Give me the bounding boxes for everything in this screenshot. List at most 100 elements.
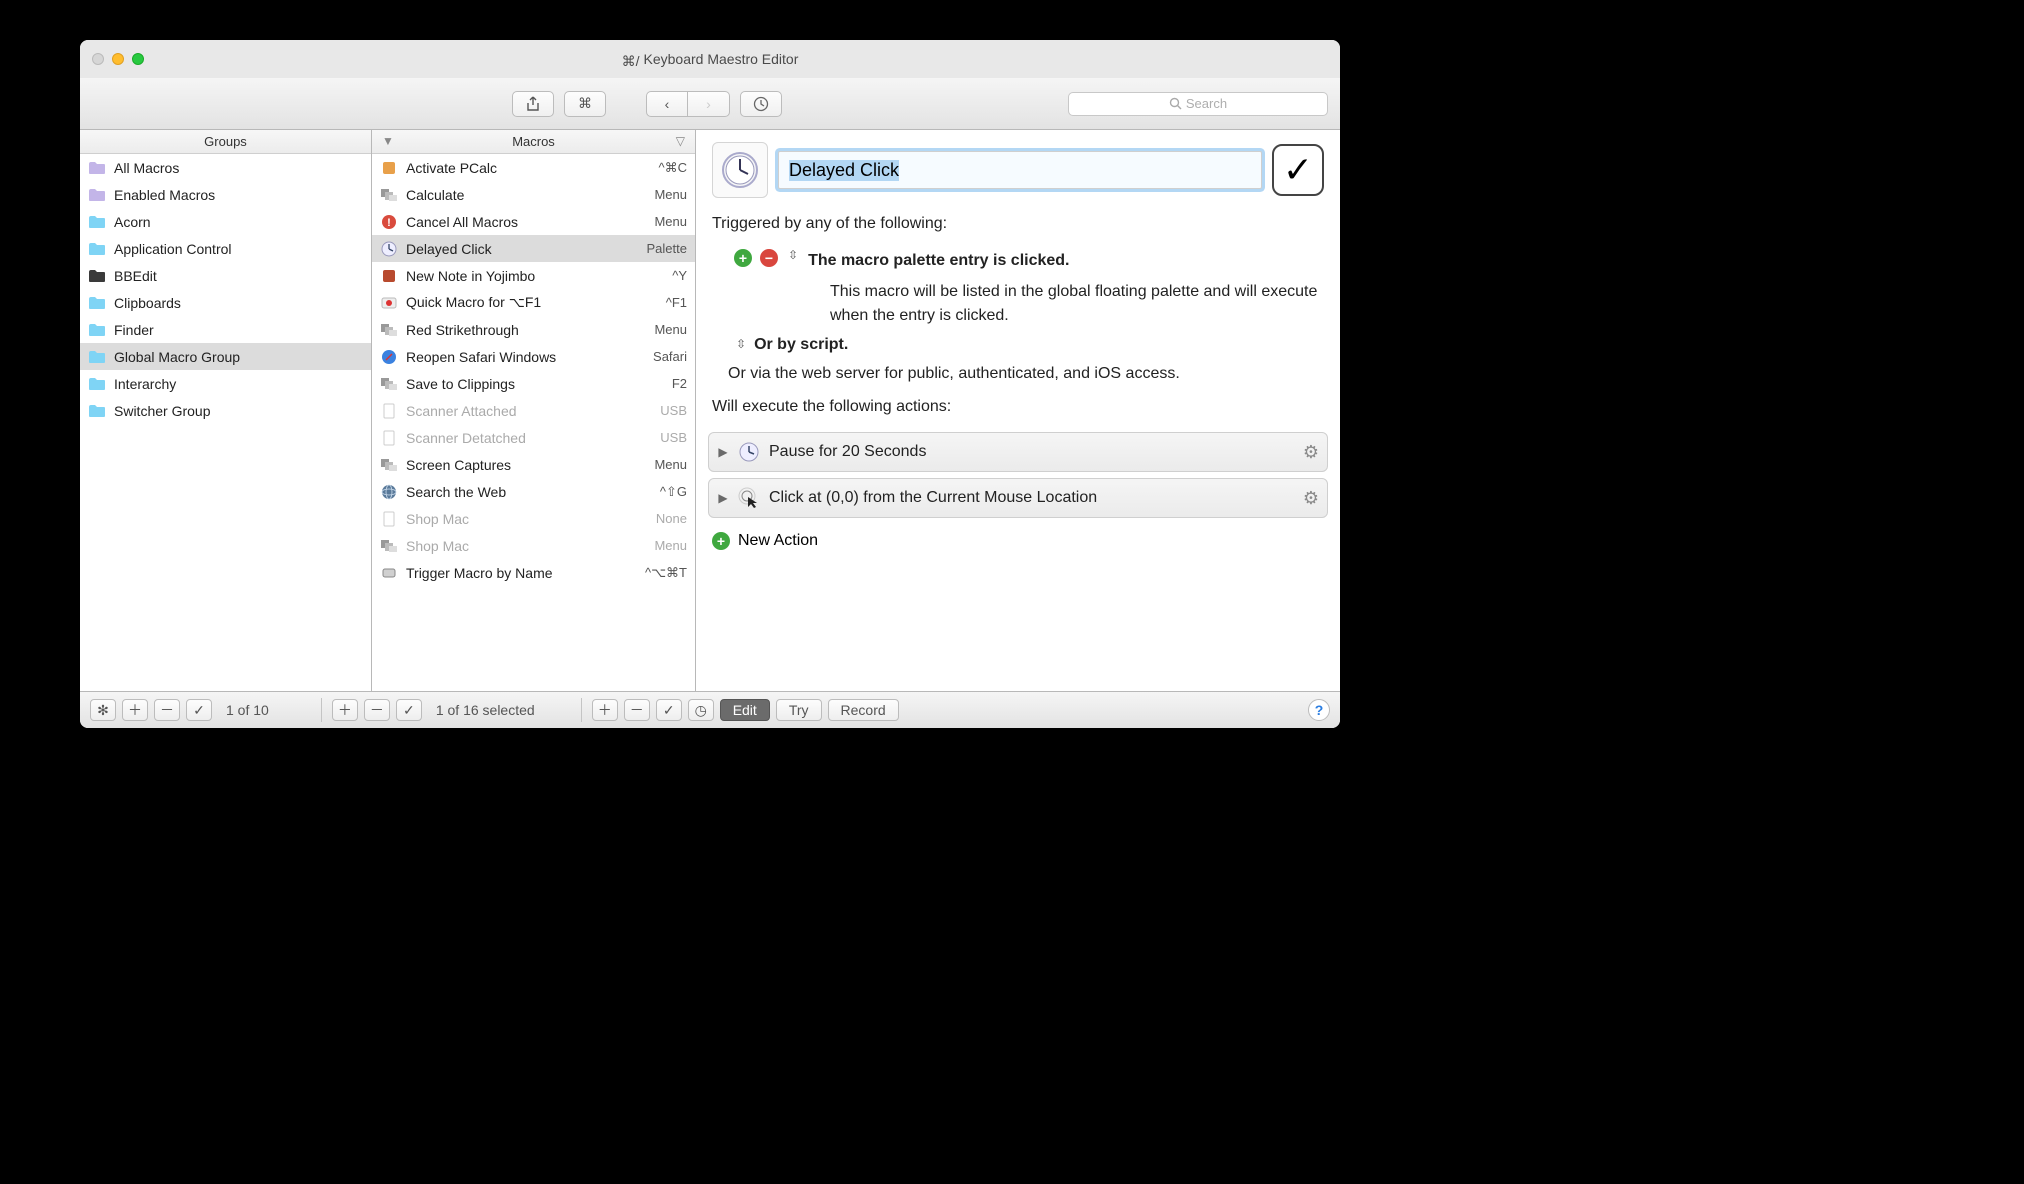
folder-icon (88, 241, 106, 257)
macro-row[interactable]: New Note in Yojimbo^Y (372, 262, 695, 289)
macro-icon (380, 349, 398, 365)
macro-type-icon[interactable] (712, 142, 768, 198)
trigger-reorder-icon[interactable]: ⇳ (788, 249, 798, 261)
macro-icon (380, 376, 398, 392)
macro-label: New Note in Yojimbo (406, 268, 664, 284)
folder-icon (88, 349, 106, 365)
macro-label: Save to Clippings (406, 376, 664, 392)
group-label: Clipboards (114, 295, 363, 311)
forward-button[interactable]: › (688, 91, 730, 117)
macro-row[interactable]: Search the Web^⇧G (372, 478, 695, 505)
macro-label: Red Strikethrough (406, 322, 646, 338)
history-button[interactable] (740, 91, 782, 117)
macro-row[interactable]: Scanner AttachedUSB (372, 397, 695, 424)
disclosure-icon[interactable]: ▶ (717, 445, 729, 459)
record-button[interactable]: Record (828, 699, 899, 721)
group-label: Switcher Group (114, 403, 363, 419)
folder-icon (88, 160, 106, 176)
actions-button[interactable]: ⌘ (564, 91, 606, 117)
macro-icon (380, 430, 398, 446)
groups-header[interactable]: Groups (80, 130, 371, 154)
group-row[interactable]: All Macros (80, 154, 371, 181)
remove-group-button[interactable]: － (154, 699, 180, 721)
macro-enabled-checkbox[interactable]: ✓ (1272, 144, 1324, 196)
timer-action-button[interactable]: ◷ (688, 699, 714, 721)
macro-row[interactable]: Delayed ClickPalette (372, 235, 695, 262)
macro-shortcut: None (656, 511, 687, 526)
or-script-label[interactable]: Or by script. (754, 333, 848, 356)
macro-row[interactable]: Scanner DetatchedUSB (372, 424, 695, 451)
window-title-text: Keyboard Maestro Editor (644, 51, 799, 67)
macro-shortcut: Palette (647, 241, 687, 256)
macro-name-field[interactable]: Delayed Click (778, 151, 1262, 189)
macro-row[interactable]: Save to Clippings F2 (372, 370, 695, 397)
remove-action-footer-button[interactable]: － (624, 699, 650, 721)
macro-row[interactable]: Shop MacNone (372, 505, 695, 532)
search-field[interactable]: Search (1068, 92, 1328, 116)
remove-macro-button[interactable]: － (364, 699, 390, 721)
macro-icon (380, 295, 398, 311)
close-button[interactable] (92, 53, 104, 65)
group-row[interactable]: Global Macro Group (80, 343, 371, 370)
macro-row[interactable]: Shop MacMenu (372, 532, 695, 559)
new-action-row[interactable]: + New Action (696, 524, 1340, 558)
macro-row[interactable]: Screen CapturesMenu (372, 451, 695, 478)
macro-row[interactable]: Activate PCalc^⌘C (372, 154, 695, 181)
add-action-footer-button[interactable]: ＋ (592, 699, 618, 721)
script-reorder-icon[interactable]: ⇳ (736, 338, 746, 350)
share-button[interactable] (512, 91, 554, 117)
group-row[interactable]: Switcher Group (80, 397, 371, 424)
macro-row[interactable]: Reopen Safari WindowsSafari (372, 343, 695, 370)
macro-label: Scanner Attached (406, 403, 652, 419)
macro-label: Trigger Macro by Name (406, 565, 637, 581)
gear-icon[interactable]: ⚙ (1303, 488, 1319, 509)
group-settings-button[interactable]: ✻ (90, 699, 116, 721)
action-pause[interactable]: ▶ Pause for 20 Seconds ⚙ (708, 432, 1328, 472)
add-trigger-button[interactable]: + (734, 249, 752, 267)
search-placeholder: Search (1186, 96, 1227, 111)
back-button[interactable]: ‹ (646, 91, 688, 117)
add-macro-button[interactable]: ＋ (332, 699, 358, 721)
disclosure-icon[interactable]: ▶ (717, 491, 729, 505)
group-row[interactable]: BBEdit (80, 262, 371, 289)
macro-shortcut: F2 (672, 376, 687, 391)
triggered-by-label: Triggered by any of the following: (712, 212, 1324, 235)
macro-row[interactable]: CalculateMenu (372, 181, 695, 208)
group-row[interactable]: Enabled Macros (80, 181, 371, 208)
macro-name-text: Delayed Click (789, 160, 899, 181)
add-group-button[interactable]: ＋ (122, 699, 148, 721)
minimize-button[interactable] (112, 53, 124, 65)
gear-icon[interactable]: ⚙ (1303, 442, 1319, 463)
enable-macro-button[interactable]: ✓ (396, 699, 422, 721)
macros-list[interactable]: Activate PCalc^⌘CCalculateMenu!Cancel Al… (372, 154, 695, 691)
action-click[interactable]: ▶ Click at (0,0) from the Current Mouse … (708, 478, 1328, 518)
macro-label: Scanner Detatched (406, 430, 652, 446)
folder-icon (88, 403, 106, 419)
sort-type-icon[interactable]: ▼ (382, 134, 394, 148)
trigger-label[interactable]: The macro palette entry is clicked. (808, 249, 1069, 272)
macro-row[interactable]: Red StrikethroughMenu (372, 316, 695, 343)
groups-list[interactable]: All MacrosEnabled MacrosAcornApplication… (80, 154, 371, 691)
group-row[interactable]: Acorn (80, 208, 371, 235)
group-row[interactable]: Interarchy (80, 370, 371, 397)
macros-header[interactable]: ▼ Macros ▽ (372, 130, 695, 154)
macro-label: Activate PCalc (406, 160, 651, 176)
enable-group-button[interactable]: ✓ (186, 699, 212, 721)
zoom-button[interactable] (132, 53, 144, 65)
enable-action-footer-button[interactable]: ✓ (656, 699, 682, 721)
sort-trigger-icon[interactable]: ▽ (676, 134, 685, 148)
macro-icon (380, 160, 398, 176)
try-button[interactable]: Try (776, 699, 822, 721)
macro-row[interactable]: !Cancel All MacrosMenu (372, 208, 695, 235)
group-row[interactable]: Application Control (80, 235, 371, 262)
help-button[interactable]: ? (1308, 699, 1330, 721)
macro-row[interactable]: Quick Macro for ⌥F1^F1 (372, 289, 695, 316)
group-row[interactable]: Finder (80, 316, 371, 343)
macro-row[interactable]: Trigger Macro by Name^⌥⌘T (372, 559, 695, 586)
edit-button[interactable]: Edit (720, 699, 770, 721)
add-action-button[interactable]: + (712, 532, 730, 550)
macro-icon (380, 322, 398, 338)
remove-trigger-button[interactable]: − (760, 249, 778, 267)
macro-shortcut: Menu (654, 457, 687, 472)
group-row[interactable]: Clipboards (80, 289, 371, 316)
